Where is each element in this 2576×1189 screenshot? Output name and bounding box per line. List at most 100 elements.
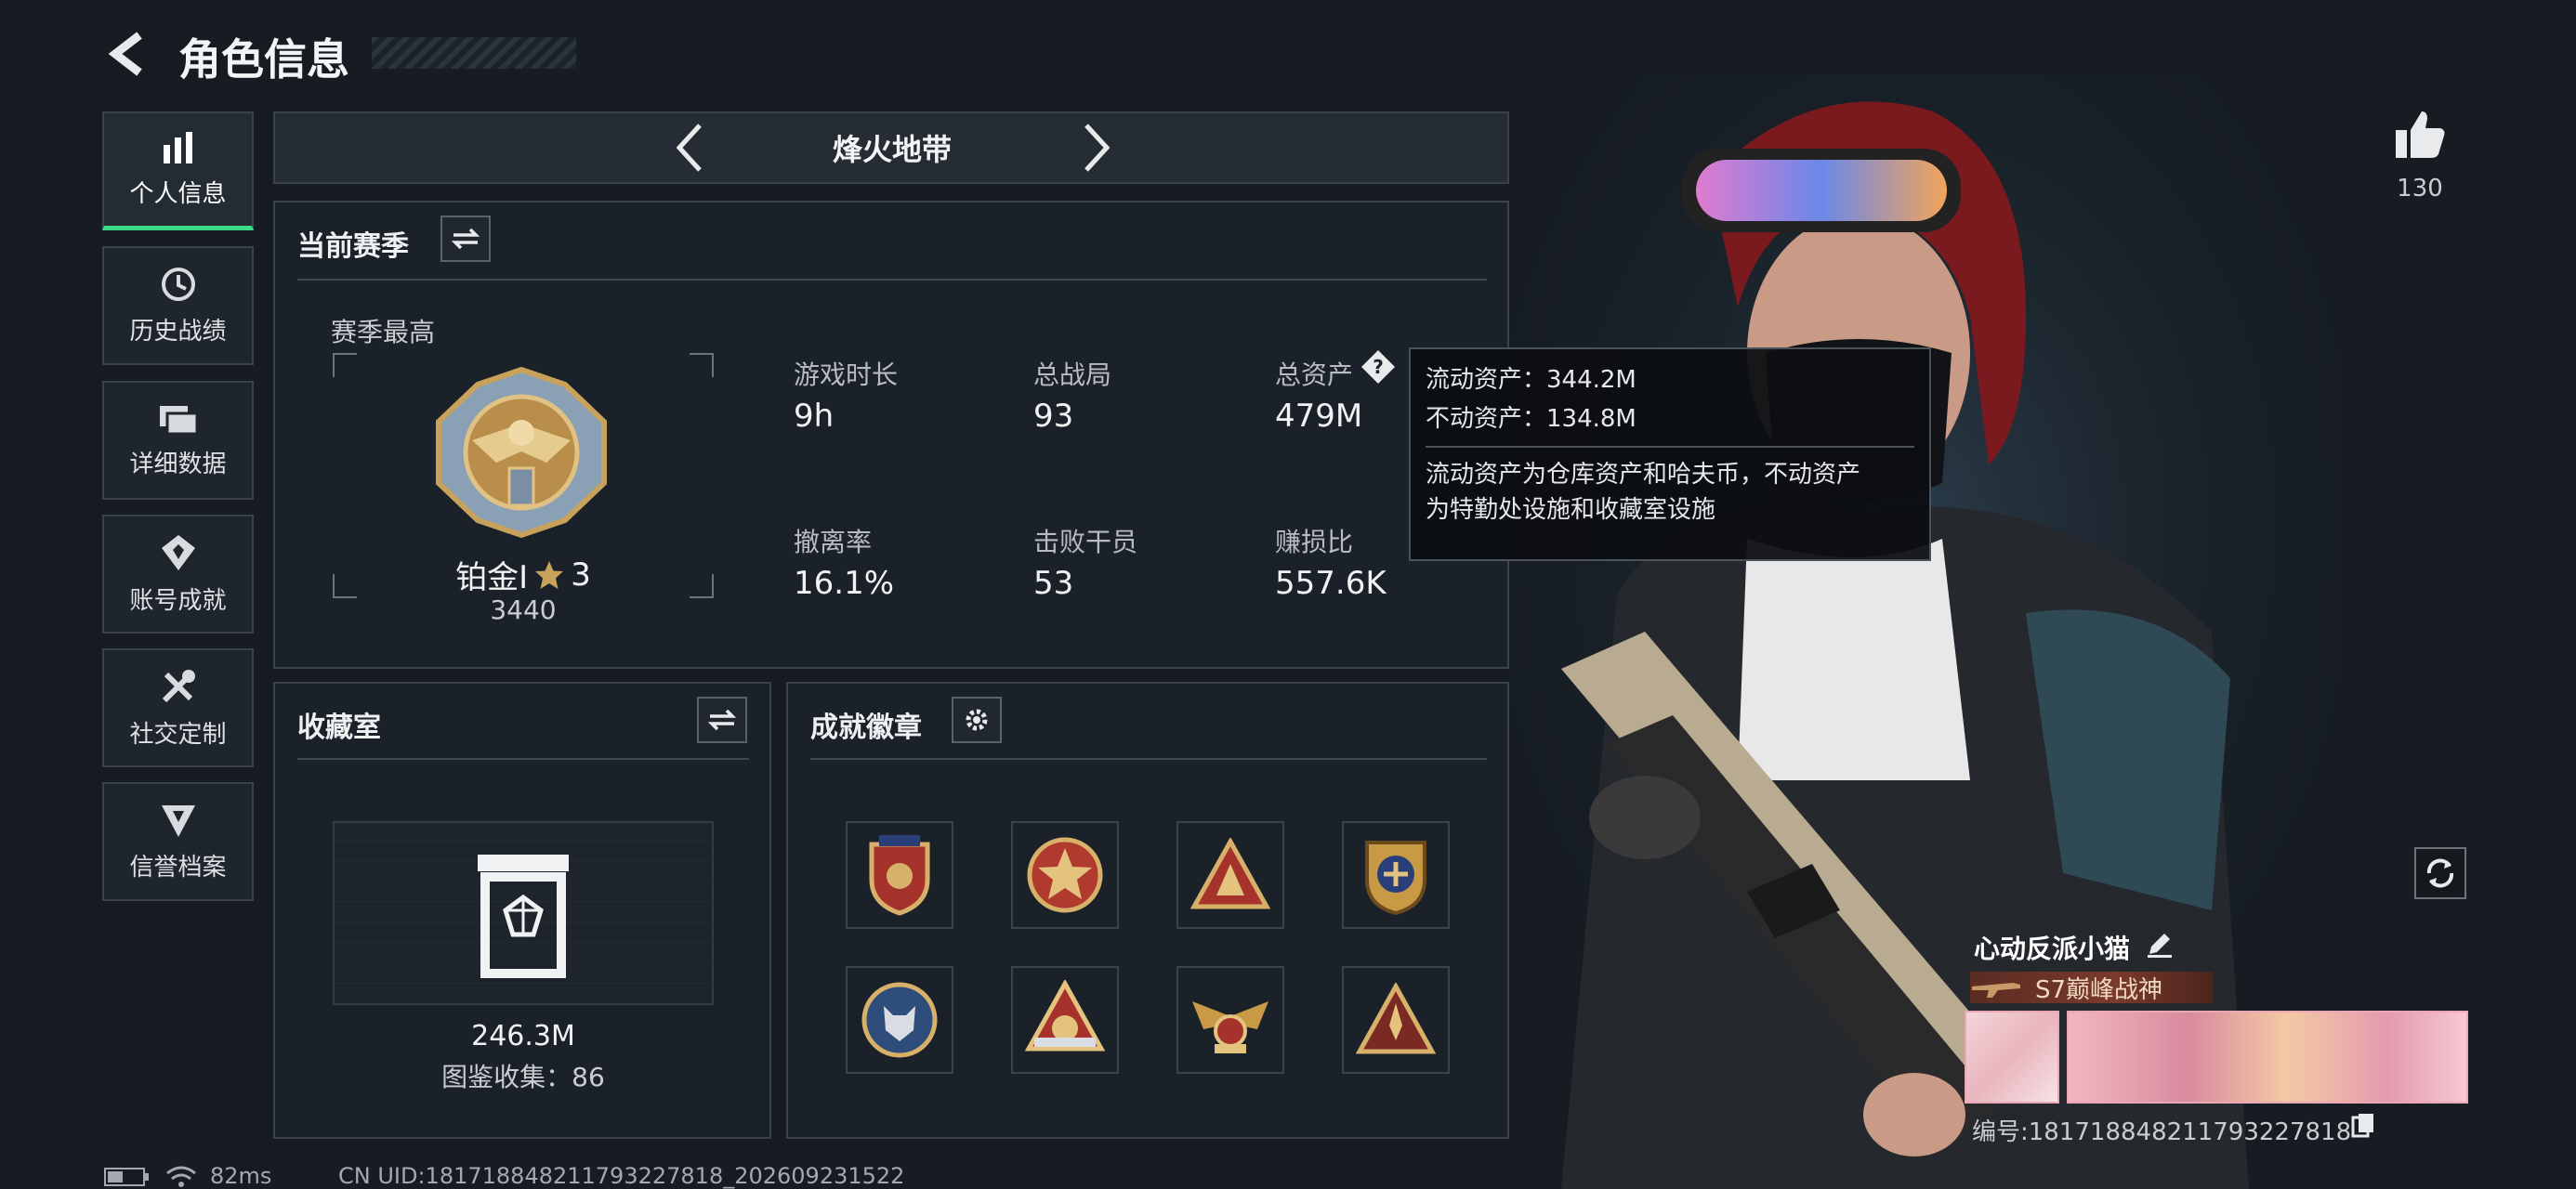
achievement-badge[interactable] (1011, 966, 1119, 1074)
page-title: 角色信息 (178, 34, 349, 85)
tools-icon (162, 669, 195, 702)
sidebar-item-credit[interactable]: 信誉档案 (102, 782, 254, 901)
refresh-character-button[interactable] (2414, 847, 2466, 899)
achievements-settings-button[interactable] (952, 697, 1002, 743)
sidebar-item-label: 信誉档案 (129, 853, 227, 882)
mode-next-button[interactable] (1069, 119, 1124, 176)
uid-text: CN UID:1817188482117932278​18_2026092315… (338, 1163, 905, 1189)
title-decoration (372, 37, 576, 69)
chevron-right-icon (1084, 124, 1111, 172)
rifle-icon (1972, 983, 2020, 998)
tooltip-divider (1426, 446, 1914, 448)
rank-points: 3440 (490, 594, 557, 625)
achievement-badge[interactable] (1011, 821, 1119, 929)
collection-catalog: 图鉴收集：86 (441, 1062, 605, 1092)
rank-stars: 3 (571, 555, 591, 594)
sidebar-item-history[interactable]: 历史战绩 (102, 246, 254, 365)
stat-label: 撤离率 (794, 527, 873, 557)
frame-corner (333, 574, 357, 598)
sidebar-item-achievements[interactable]: 账号成就 (102, 515, 254, 634)
stat-label: 击败干员 (1033, 527, 1138, 557)
achievements-divider (810, 758, 1487, 760)
stat-value: 16.1% (794, 565, 895, 602)
chevron-left-icon (676, 124, 702, 172)
sidebar-item-personal-info[interactable]: 个人信息 (102, 111, 254, 230)
back-button[interactable] (102, 26, 154, 82)
season-best-label: 赛季最高 (331, 317, 436, 347)
assets-tooltip: 流动资产：344.2M 不动资产：134.8M 流动资产为仓库资产和哈夫币，不动… (1409, 347, 1931, 561)
sidebar-item-label: 账号成就 (129, 586, 227, 615)
rank-row: 铂金Ⅰ 3 (444, 552, 602, 597)
badge-winged-shield-icon (1365, 841, 1426, 916)
achievement-badge[interactable] (1342, 821, 1450, 929)
refresh-icon (2426, 858, 2454, 888)
total-assets-help-button[interactable]: ? (1360, 349, 1396, 385)
achievement-badge[interactable] (1176, 821, 1284, 929)
stat-label: 总资产 (1275, 359, 1354, 390)
stat-label: 总战局 (1033, 359, 1112, 390)
tooltip-liquid-assets: 流动资产：344.2M (1426, 366, 1636, 394)
collection-divider (297, 758, 749, 760)
achievement-badge[interactable] (846, 821, 953, 929)
vault-icon (478, 855, 569, 978)
battery-icon (104, 1168, 149, 1186)
mode-prev-button[interactable] (662, 119, 717, 176)
sidebar-item-label: 历史战绩 (129, 317, 227, 346)
ping-text: 82ms (210, 1163, 272, 1189)
like-button[interactable] (2392, 104, 2448, 163)
player-name: 心动反派小猫 (1974, 934, 2131, 964)
player-title-text: S7巅峰战神 (2035, 975, 2163, 1004)
player-title-banner: S7巅峰战神 (1970, 972, 2214, 1004)
badge-eagle-icon (1192, 1001, 1268, 1053)
stat-value: 9h (794, 398, 835, 435)
tooltip-description-line2: 为特勤处设施和收藏室设施 (1426, 496, 1716, 524)
stat-label: 游戏时长 (794, 359, 899, 390)
badge-pyramid-icon (1356, 983, 1436, 1054)
mode-label: 烽火地带 (832, 132, 952, 167)
copy-id-button[interactable] (2349, 1111, 2377, 1139)
achievement-badge[interactable] (1342, 966, 1450, 1074)
achievements-title: 成就徽章 (810, 712, 922, 744)
tooltip-description-line1: 流动资产为仓库资产和哈夫币，不动资产 (1426, 461, 1861, 489)
stat-value: 557.6K (1275, 565, 1387, 602)
folder-icon (159, 405, 198, 435)
wifi-icon (166, 1166, 196, 1187)
star-icon (535, 560, 564, 589)
season-title: 当前赛季 (297, 230, 409, 263)
sidebar-item-label: 社交定制 (129, 720, 227, 749)
back-arrow-icon (108, 32, 142, 76)
medal-icon (161, 534, 195, 570)
badge-triangle-icon (1190, 838, 1270, 909)
swap-icon (452, 228, 480, 250)
frame-corner (690, 574, 714, 598)
frame-corner (690, 353, 714, 377)
achievement-badge[interactable] (1176, 966, 1284, 1074)
rank-emblem-icon (436, 366, 607, 539)
player-card-art-right[interactable] (2067, 1011, 2468, 1104)
collection-title: 收藏室 (297, 712, 381, 744)
stat-value: 479M (1275, 398, 1363, 435)
stat-label: 赚损比 (1275, 527, 1354, 557)
badge-star-medal-icon (1027, 837, 1103, 913)
season-divider (297, 279, 1487, 281)
season-switch-button[interactable] (440, 216, 491, 262)
shield-icon (161, 804, 195, 837)
help-icon: ? (1361, 350, 1395, 384)
copy-icon (2351, 1114, 2373, 1138)
badge-emblem-icon (1025, 980, 1105, 1052)
player-id: 编号:1817188482117932278​18 (1972, 1118, 2352, 1146)
sidebar-item-social[interactable]: 社交定制 (102, 648, 254, 767)
stat-value: 53 (1033, 565, 1074, 602)
edit-name-button[interactable] (2143, 927, 2176, 960)
stat-value: 93 (1033, 398, 1074, 435)
clock-icon (161, 267, 195, 301)
badge-shield-icon (869, 835, 930, 916)
player-card-art-left[interactable] (1965, 1011, 2059, 1104)
sidebar-item-label: 详细数据 (129, 450, 227, 478)
badge-wolf-icon (861, 982, 938, 1058)
gear-icon (966, 709, 988, 731)
achievement-badge[interactable] (846, 966, 953, 1074)
sidebar-item-details[interactable]: 详细数据 (102, 381, 254, 500)
rank-name: 铂金Ⅰ (455, 559, 529, 596)
collection-switch-button[interactable] (697, 697, 747, 743)
